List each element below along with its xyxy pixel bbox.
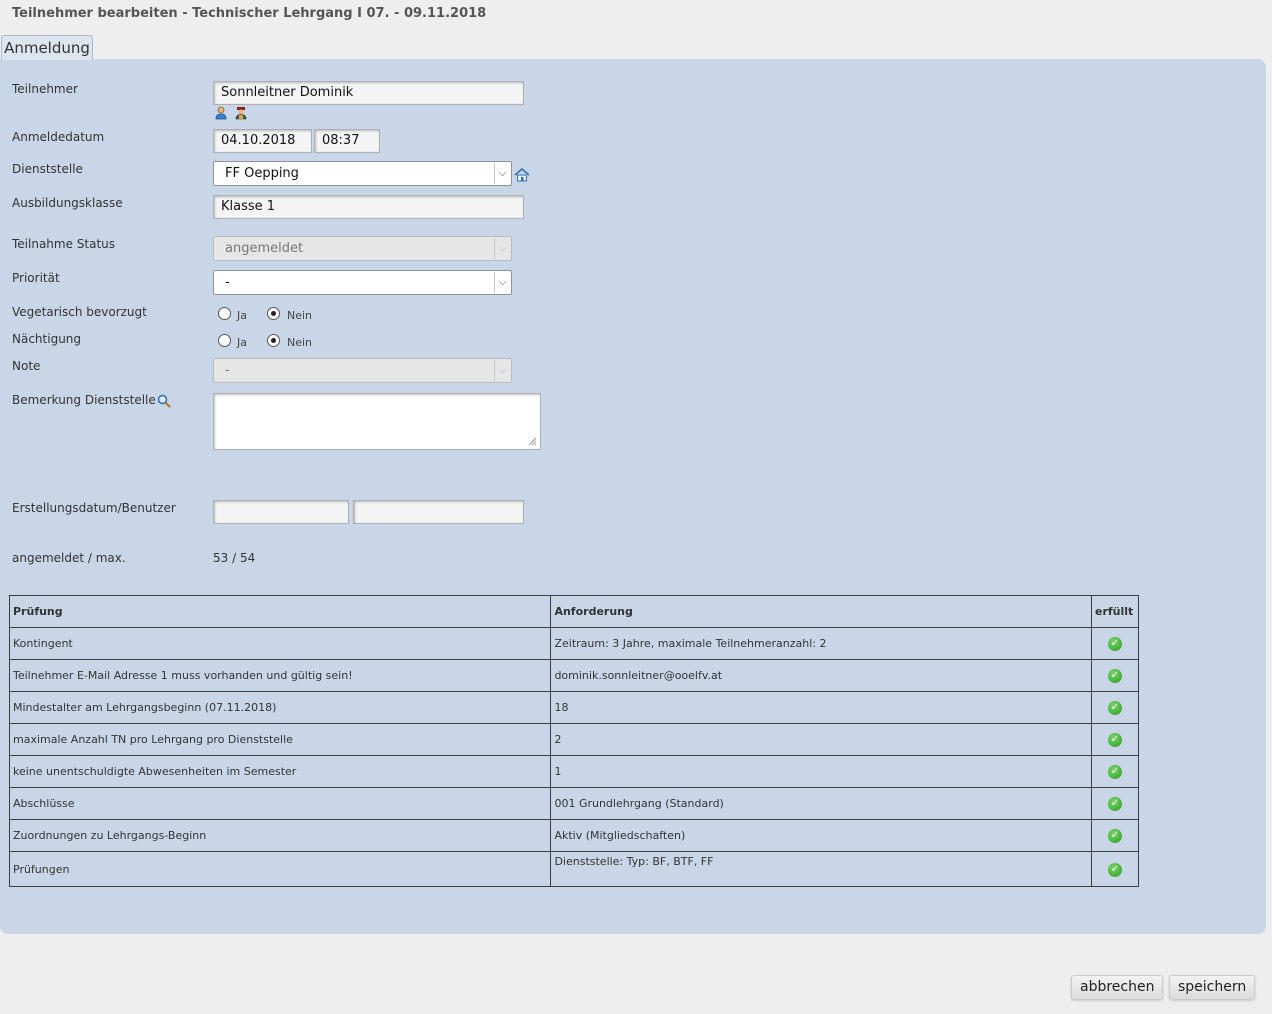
bemerkung-textarea[interactable] xyxy=(213,393,541,450)
erstellungsbenutzer-field xyxy=(353,500,524,524)
table-row: Teilnehmer E-Mail Adresse 1 muss vorhand… xyxy=(8,659,1140,692)
teilnehmer-label: Teilnehmer xyxy=(12,82,78,96)
check-ok-icon: ✓ xyxy=(1107,637,1122,651)
check-ok-icon: ✓ xyxy=(1107,701,1122,715)
anforderung-cell: Aktiv (Mitgliedschaften) xyxy=(550,819,1092,852)
table-row: keine unentschuldigte Abwesenheiten im S… xyxy=(8,755,1140,788)
column-header-erfuellt: erfüllt xyxy=(1090,595,1140,628)
vegetarisch-nein-label: Nein xyxy=(287,309,313,322)
pruefung-cell: Zuordnungen zu Lehrgangs-Beginn xyxy=(8,819,552,852)
vegetarisch-nein-radio[interactable] xyxy=(267,307,280,320)
prioritaet-label: Priorität xyxy=(12,271,60,285)
erfuellt-cell: ✓ xyxy=(1090,659,1140,692)
prioritaet-select[interactable]: - ⌵ xyxy=(213,270,512,295)
prioritaet-value: - xyxy=(225,275,230,290)
checks-table: Prüfung Anforderung erfüllt Kontingent Z… xyxy=(8,595,1140,887)
check-ok-icon: ✓ xyxy=(1107,829,1122,843)
erstellung-label: Erstellungsdatum/Benutzer xyxy=(12,501,176,515)
erfuellt-cell: ✓ xyxy=(1090,755,1140,788)
chevron-down-icon: ⌵ xyxy=(494,238,510,259)
erfuellt-cell: ✓ xyxy=(1090,819,1140,852)
note-select: - ⌵ xyxy=(213,358,512,383)
note-value: - xyxy=(225,363,230,378)
angemeldet-max-label: angemeldet / max. xyxy=(12,551,126,565)
ausbildungsklasse-field[interactable]: Klasse 1 xyxy=(213,195,524,219)
vegetarisch-ja-radio[interactable] xyxy=(218,307,231,320)
table-row: Zuordnungen zu Lehrgangs-Beginn Aktiv (M… xyxy=(8,819,1140,852)
angemeldet-max-value: 53 / 54 xyxy=(213,551,256,565)
naechtigung-ja-label: Ja xyxy=(237,336,247,349)
resize-handle-icon[interactable] xyxy=(528,437,537,446)
dienststelle-select[interactable]: FF Oepping ⌵ xyxy=(213,161,512,186)
erfuellt-cell: ✓ xyxy=(1090,851,1140,887)
magnifier-icon[interactable] xyxy=(157,394,171,408)
ausbildungsklasse-label: Ausbildungsklasse xyxy=(12,196,123,210)
vegetarisch-ja-label: Ja xyxy=(237,309,247,322)
dienststelle-value: FF Oepping xyxy=(225,166,299,181)
pruefung-cell: Mindestalter am Lehrgangsbeginn (07.11.2… xyxy=(8,691,552,724)
table-row: maximale Anzahl TN pro Lehrgang pro Dien… xyxy=(8,723,1140,756)
teilnahme-status-label: Teilnahme Status xyxy=(12,237,116,251)
chevron-down-icon: ⌵ xyxy=(494,163,510,184)
naechtigung-nein-radio[interactable] xyxy=(267,334,280,347)
naechtigung-nein-label: Nein xyxy=(287,336,313,349)
check-ok-icon: ✓ xyxy=(1107,669,1122,683)
erfuellt-cell: ✓ xyxy=(1090,691,1140,724)
naechtigung-label: Nächtigung xyxy=(12,332,82,346)
erfuellt-cell: ✓ xyxy=(1090,787,1140,820)
anforderung-cell: 2 xyxy=(550,723,1092,756)
check-ok-icon: ✓ xyxy=(1107,733,1122,747)
page-title: Teilnehmer bearbeiten - Technischer Lehr… xyxy=(12,6,487,21)
table-row: Kontingent Zeitraum: 3 Jahre, maximale T… xyxy=(8,627,1140,660)
save-button[interactable]: speichern xyxy=(1169,975,1256,1000)
table-row: Abschlüsse 001 Grundlehrgang (Standard) … xyxy=(8,787,1140,820)
table-header-row: Prüfung Anforderung erfüllt xyxy=(8,595,1140,628)
teilnehmer-field[interactable]: Sonnleitner Dominik xyxy=(213,81,524,105)
chevron-down-icon: ⌵ xyxy=(494,272,510,293)
teilnahme-status-value: angemeldet xyxy=(225,241,304,256)
note-label: Note xyxy=(12,359,41,373)
anforderung-cell: Zeitraum: 3 Jahre, maximale Teilnehmeran… xyxy=(550,627,1092,660)
pruefung-cell: keine unentschuldigte Abwesenheiten im S… xyxy=(8,755,552,788)
anforderung-cell: Dienststelle: Typ: BF, BTF, FF xyxy=(550,851,1092,887)
bemerkung-label: Bemerkung Dienststelle xyxy=(12,393,156,407)
anmeldedatum-time-field[interactable]: 08:37 xyxy=(314,129,380,153)
erstellungsdatum-field xyxy=(213,500,349,524)
anforderung-cell: dominik.sonnleitner@ooelfv.at xyxy=(550,659,1092,692)
table-row: Prüfungen Dienststelle: Typ: BF, BTF, FF… xyxy=(8,851,1140,887)
check-ok-icon: ✓ xyxy=(1107,862,1122,877)
person-search-icon[interactable] xyxy=(214,106,228,120)
chevron-down-icon: ⌵ xyxy=(494,360,510,381)
tab-anmeldung[interactable]: Anmeldung xyxy=(1,35,93,60)
home-location-icon[interactable] xyxy=(514,168,530,182)
pruefung-cell: Prüfungen xyxy=(8,851,552,887)
naechtigung-ja-radio[interactable] xyxy=(218,334,231,347)
anforderung-cell: 18 xyxy=(550,691,1092,724)
column-header-anforderung: Anforderung xyxy=(550,595,1092,628)
table-row: Mindestalter am Lehrgangsbeginn (07.11.2… xyxy=(8,691,1140,724)
anmeldedatum-label: Anmeldedatum xyxy=(12,130,105,144)
column-header-pruefung: Prüfung xyxy=(8,595,552,628)
pruefung-cell: Abschlüsse xyxy=(8,787,552,820)
pruefung-cell: Kontingent xyxy=(8,627,552,660)
anforderung-cell: 1 xyxy=(550,755,1092,788)
erfuellt-cell: ✓ xyxy=(1090,723,1140,756)
anmeldedatum-date-field[interactable]: 04.10.2018 xyxy=(213,129,312,153)
check-ok-icon: ✓ xyxy=(1107,765,1122,779)
anforderung-cell: 001 Grundlehrgang (Standard) xyxy=(550,787,1092,820)
cancel-button[interactable]: abbrechen xyxy=(1071,975,1164,1000)
vegetarisch-label: Vegetarisch bevorzugt xyxy=(12,305,147,319)
pruefung-cell: Teilnehmer E-Mail Adresse 1 muss vorhand… xyxy=(8,659,552,692)
pruefung-cell: maximale Anzahl TN pro Lehrgang pro Dien… xyxy=(8,723,552,756)
check-ok-icon: ✓ xyxy=(1107,797,1122,811)
erfuellt-cell: ✓ xyxy=(1090,627,1140,660)
firefighter-icon[interactable] xyxy=(234,106,248,120)
dienststelle-label: Dienststelle xyxy=(12,162,83,176)
teilnahme-status-select: angemeldet ⌵ xyxy=(213,236,512,261)
